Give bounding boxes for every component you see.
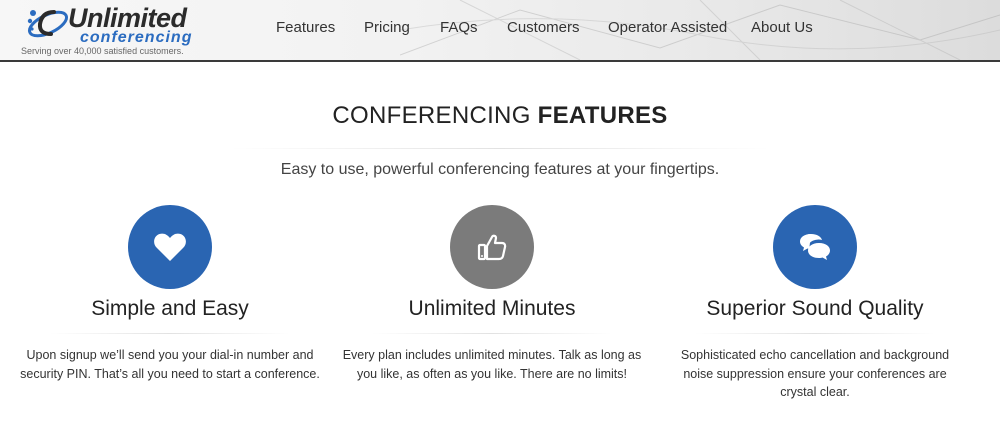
thumbs-up-icon <box>477 234 507 261</box>
nav-pricing[interactable]: Pricing <box>364 19 410 36</box>
feature-title: Superior Sound Quality <box>706 297 924 320</box>
feature-icon-circle <box>128 205 212 289</box>
page-subtitle: Easy to use, powerful conferencing featu… <box>280 161 720 178</box>
logo-tagline: Serving over 40,000 satisfied customers. <box>21 46 184 56</box>
nav-operator-assisted[interactable]: Operator Assisted <box>608 19 727 36</box>
feature-divider <box>50 333 290 334</box>
feature-title: Unlimited Minutes <box>408 297 576 320</box>
nav-about-us[interactable]: About Us <box>751 19 813 36</box>
nav-customers[interactable]: Customers <box>507 19 580 36</box>
feature-description: Every plan includes unlimited minutes. T… <box>342 348 642 381</box>
nav-faqs[interactable]: FAQs <box>440 19 478 36</box>
feature-divider <box>372 333 612 334</box>
feature-description: Upon signup we’ll send you your dial-in … <box>20 348 320 381</box>
feature-icon-circle <box>450 205 534 289</box>
main-navigation: Features Pricing FAQs Customers Operator… <box>0 19 1000 39</box>
chat-bubbles-icon <box>800 234 830 260</box>
page-title: CONFERENCING FEATURES <box>0 102 1000 130</box>
feature-icon-circle <box>773 205 857 289</box>
page-title-light: CONFERENCING <box>332 102 538 129</box>
title-divider <box>230 148 770 149</box>
feature-title: Simple and Easy <box>91 297 249 320</box>
heart-icon <box>154 233 186 261</box>
page-title-bold: FEATURES <box>537 102 668 129</box>
site-header: Unlimited conferencing Serving over 40,0… <box>0 0 1000 62</box>
nav-features[interactable]: Features <box>276 19 335 36</box>
feature-divider <box>695 333 935 334</box>
feature-description: Sophisticated echo cancellation and back… <box>680 348 950 399</box>
